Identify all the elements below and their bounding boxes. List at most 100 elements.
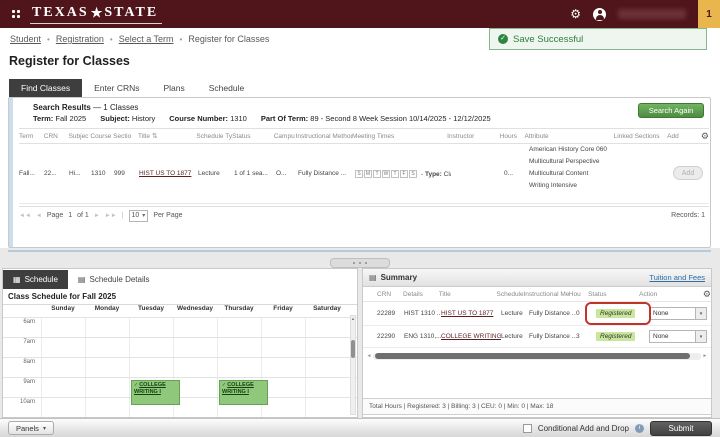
tab-enter-crns[interactable]: Enter CRNs	[82, 79, 151, 97]
logo-texas: TEXAS	[32, 5, 89, 20]
col-instructional-method[interactable]: Instructional Method	[296, 133, 352, 140]
settings-gear-icon[interactable]: ⚙	[570, 7, 581, 21]
tab-find-classes[interactable]: Find Classes	[9, 79, 83, 97]
subject-value: History	[131, 114, 156, 123]
tab-schedule-details[interactable]: ▤ Schedule Details	[68, 270, 160, 289]
sum-course-link[interactable]: HIST US TO 1877	[441, 310, 493, 317]
per-page-select[interactable]: 10 ▾	[128, 209, 149, 222]
meeting-days: S M T W T F S - Type: Class	[355, 168, 451, 180]
action-select[interactable]: None ▾	[649, 330, 707, 343]
col-section[interactable]: Sectio	[113, 133, 138, 140]
part-of-term-label: Part Of Term:	[260, 114, 309, 123]
submit-button[interactable]: Submit	[650, 420, 712, 436]
summary-row-eng: 22290 ENG 1310,... COLLEGE WRITING I Lec…	[363, 326, 711, 348]
tab-plans[interactable]: Plans	[151, 79, 196, 97]
tab-schedule-view[interactable]: ▦ Schedule	[3, 269, 68, 289]
sum-col-schedule[interactable]: Schedule	[497, 291, 524, 298]
col-subject[interactable]: Subjec	[69, 133, 91, 140]
last-page-icon[interactable]: ►►	[105, 213, 117, 219]
breadcrumb-registration[interactable]: Registration	[56, 34, 104, 44]
calendar-vertical-scrollbar[interactable]: ▲	[350, 315, 356, 415]
scroll-up-icon[interactable]: ▲	[351, 316, 355, 322]
sum-course-link[interactable]: COLLEGE WRITING I	[441, 333, 501, 340]
chevron-down-icon: ▾	[42, 425, 46, 432]
calendar-event-tuesday[interactable]: ✓COLLEGE WRITING I	[131, 380, 180, 405]
add-button-disabled[interactable]: Add	[673, 166, 703, 180]
col-crn[interactable]: CRN	[44, 133, 69, 140]
chevron-down-icon[interactable]: ▾	[695, 331, 706, 342]
sum-hours: 0	[576, 310, 580, 317]
user-avatar-icon[interactable]	[593, 7, 606, 21]
day-header-wednesday: Wednesday	[176, 305, 213, 312]
next-page-icon[interactable]: ►	[94, 213, 100, 219]
col-title[interactable]: Title ⇅	[138, 132, 196, 140]
chevron-down-icon: ▾	[142, 213, 146, 219]
sum-col-title[interactable]: Title	[439, 291, 497, 298]
col-add: Add	[667, 132, 679, 140]
tuition-and-fees-link[interactable]: Tuition and Fees	[649, 273, 705, 282]
course-title-link[interactable]: HIST US TO 1877	[139, 170, 191, 177]
col-term[interactable]: Term	[19, 133, 44, 140]
per-page-value: 10	[131, 212, 140, 219]
texas-state-logo: TEXAS ★ STATE	[30, 4, 163, 24]
col-schedule-type[interactable]: Schedule Ty	[196, 133, 232, 140]
summary-table-header: CRN Details Title Schedule Instructional…	[363, 287, 711, 302]
sum-col-hours[interactable]: Hou	[569, 291, 588, 298]
toast-message: Save Successful	[513, 33, 584, 45]
chevron-down-icon[interactable]: ▾	[695, 308, 706, 319]
conditional-add-drop-checkbox[interactable]	[522, 423, 532, 433]
attribute-item: Writing Intensive	[529, 182, 577, 189]
search-again-button[interactable]: Search Again	[638, 103, 704, 118]
scroll-left-icon[interactable]: ◄	[365, 353, 373, 359]
table-settings-gear-icon[interactable]: ⚙	[701, 131, 709, 142]
part-of-term-value: 89 - Second 8 Week Session 10/14/2025 - …	[310, 114, 491, 123]
first-page-icon[interactable]: ◄◄	[19, 213, 31, 219]
col-linked-sections[interactable]: Linked Sections	[614, 133, 668, 140]
panel-resize-handle[interactable]	[330, 258, 390, 268]
col-meeting-times[interactable]: Meeting Times	[352, 133, 447, 140]
time-8am: 8am	[23, 359, 35, 365]
notification-count-badge[interactable]: 1	[698, 0, 720, 28]
calendar-event-thursday[interactable]: ✓COLLEGE WRITING I	[219, 380, 268, 405]
sum-col-action[interactable]: Action	[639, 291, 699, 298]
col-instructor[interactable]: Instructor	[447, 133, 500, 140]
cell-linked-sections	[619, 144, 673, 203]
breadcrumb-student[interactable]: Student	[10, 34, 41, 44]
col-attribute[interactable]: Attribute	[524, 133, 613, 140]
cell-term: Fall...	[19, 170, 35, 177]
panels-button[interactable]: Panels ▾	[8, 421, 54, 435]
conditional-add-drop-label: Conditional Add and Drop	[537, 423, 629, 433]
sum-col-status[interactable]: Status	[588, 291, 639, 298]
term-label: Term:	[33, 114, 54, 123]
summary-settings-gear-icon[interactable]: ⚙	[703, 289, 711, 300]
scrollbar-thumb[interactable]	[375, 353, 690, 359]
col-course[interactable]: Course	[90, 133, 113, 140]
panel-scrollbar-strip[interactable]	[9, 98, 13, 247]
summary-horizontal-scrollbar[interactable]: ◄ ►	[365, 352, 709, 360]
scrollbar-thumb[interactable]	[351, 340, 355, 358]
col-status[interactable]: Status	[232, 133, 274, 140]
day-thursday: T	[391, 170, 399, 178]
results-table-header: Term CRN Subjec Course Sectio Title ⇅ Sch…	[19, 128, 709, 144]
sum-col-crn[interactable]: CRN	[377, 291, 403, 298]
sum-col-method[interactable]: Instructional Meth	[524, 291, 569, 298]
cell-instructor	[451, 144, 504, 203]
day-sunday: S	[355, 170, 363, 178]
breadcrumb-select-a-term[interactable]: Select a Term	[119, 34, 174, 44]
cell-section: 999	[114, 170, 125, 177]
summary-row-hist: 22289 HIST 1310 ... HIST US TO 1877 Lect…	[363, 302, 711, 326]
action-select[interactable]: None ▾	[649, 307, 707, 320]
registration-summary-panel: ▤ Summary Tuition and Fees CRN Details T…	[362, 268, 712, 418]
sort-icon[interactable]: ⇅	[152, 133, 158, 140]
col-hours[interactable]: Hours	[500, 133, 525, 140]
calendar-icon: ▦	[13, 274, 21, 284]
prev-page-icon[interactable]: ◄	[36, 213, 42, 219]
info-icon[interactable]: i	[635, 423, 644, 433]
calendar-day-headers: Sunday Monday Tuesday Wednesday Thursday…	[3, 305, 357, 317]
apps-menu-icon[interactable]	[12, 10, 20, 18]
scroll-right-icon[interactable]: ►	[701, 353, 709, 359]
tab-schedule[interactable]: Schedule	[197, 79, 256, 97]
sum-col-details[interactable]: Details	[403, 291, 439, 298]
schedule-tabs: ▦ Schedule ▤ Schedule Details	[3, 269, 357, 289]
col-campus[interactable]: Campu	[274, 133, 296, 140]
